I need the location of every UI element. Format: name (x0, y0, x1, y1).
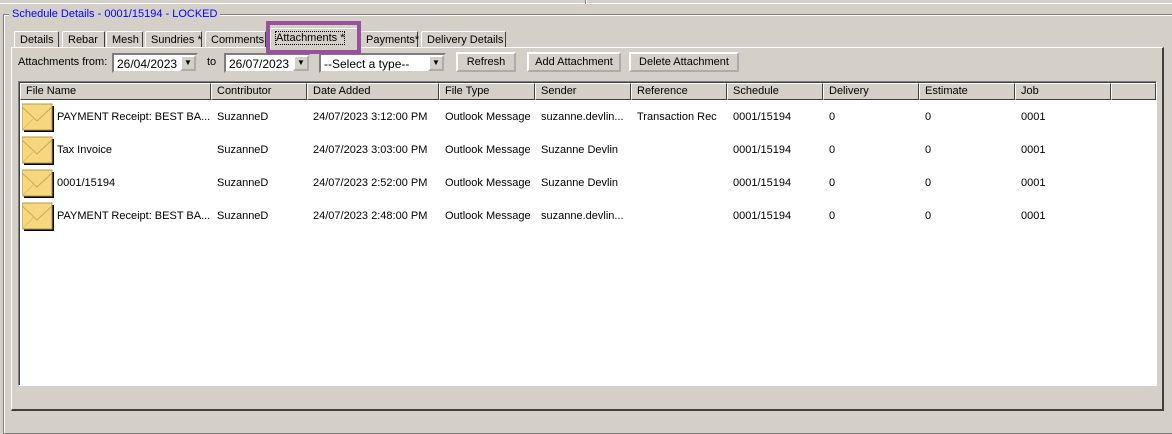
cell-contributor: SuzanneD (217, 177, 269, 189)
column-header[interactable]: Estimate (919, 83, 1015, 100)
highlight-box (266, 21, 361, 54)
cell-delivery: 0 (829, 177, 836, 189)
delete-attachment-button[interactable]: Delete Attachment (629, 52, 739, 72)
chevron-down-icon[interactable]: ▼ (293, 55, 309, 71)
to-date-value: 26/07/2023 (229, 57, 290, 71)
column-header[interactable]: Sender (535, 83, 631, 100)
cell-file-type: Outlook Message (445, 177, 531, 189)
chevron-down-icon[interactable]: ▼ (180, 55, 196, 71)
tab-rebar[interactable]: Rebar (62, 31, 105, 48)
type-select-value: --Select a type-- (324, 57, 410, 71)
table-row[interactable]: PAYMENT Receipt: BEST BA... SuzanneD 24/07… (20, 200, 1156, 233)
tab-label: Comments (211, 34, 265, 46)
cell-sender: suzanne.devlin... (541, 210, 624, 222)
tab-comments[interactable]: Comments (205, 31, 266, 48)
cell-schedule: 0001/15194 (733, 144, 792, 156)
group-title: Schedule Details - 0001/15194 - LOCKED (9, 8, 221, 20)
type-select[interactable]: --Select a type-- ▼ (319, 53, 446, 73)
column-header[interactable]: File Name (20, 83, 211, 100)
tab-sundries[interactable]: Sundries * (145, 31, 202, 48)
tab-delivery-details[interactable]: Delivery Details (421, 31, 506, 48)
tab-label: Mesh (112, 34, 139, 46)
cell-job: 0001 (1021, 210, 1046, 222)
cell-date-added: 24/07/2023 2:52:00 PM (313, 177, 428, 189)
cell-delivery: 0 (829, 144, 836, 156)
tab-label: Delivery Details (427, 34, 504, 46)
add-attachment-button[interactable]: Add Attachment (527, 52, 621, 72)
cell-schedule: 0001/15194 (733, 177, 792, 189)
cell-job: 0001 (1021, 177, 1046, 189)
cell-contributor: SuzanneD (217, 111, 269, 123)
cell-file-type: Outlook Message (445, 210, 531, 222)
column-header[interactable]: File Type (439, 83, 535, 100)
tab-label: Payments* (366, 34, 420, 46)
column-header[interactable]: Date Added (307, 83, 439, 100)
cell-estimate: 0 (925, 111, 932, 123)
tab-payments[interactable]: Payments* (360, 31, 420, 48)
envelope-icon (22, 202, 54, 231)
table-row[interactable]: PAYMENT Receipt: BEST BA... SuzanneD 24/07… (20, 101, 1156, 134)
cell-job: 0001 (1021, 111, 1046, 123)
column-header[interactable]: Job (1015, 83, 1111, 100)
attachments-table[interactable]: File Name Contributor Date Added File Type S… (18, 81, 1157, 386)
tab-mesh[interactable]: Mesh (106, 31, 143, 48)
to-label: to (207, 56, 217, 68)
cell-file-name: PAYMENT Receipt: BEST BA... (57, 210, 210, 222)
cell-estimate: 0 (925, 144, 932, 156)
from-date-value: 26/04/2023 (117, 57, 178, 71)
cell-job: 0001 (1021, 144, 1046, 156)
tab-label: Details (20, 34, 54, 46)
cell-file-name: 0001/15194 (57, 177, 116, 189)
cell-date-added: 24/07/2023 3:12:00 PM (313, 111, 428, 123)
refresh-button[interactable]: Refresh (456, 52, 516, 72)
cell-sender: Suzanne Devlin (541, 177, 619, 189)
to-date-picker[interactable]: 26/07/2023 ▼ (224, 53, 311, 73)
cell-contributor: SuzanneD (217, 210, 269, 222)
cell-contributor: SuzanneD (217, 144, 269, 156)
cell-reference: Transaction Rec (637, 111, 717, 123)
cell-estimate: 0 (925, 210, 932, 222)
cell-file-name: PAYMENT Receipt: BEST BA... (57, 111, 210, 123)
envelope-icon (22, 103, 54, 132)
cell-delivery: 0 (829, 111, 836, 123)
cell-estimate: 0 (925, 177, 932, 189)
tab-label: Rebar (68, 34, 98, 46)
column-header[interactable]: Reference (631, 83, 727, 100)
cell-file-type: Outlook Message (445, 144, 531, 156)
column-header[interactable] (1111, 83, 1156, 100)
from-date-picker[interactable]: 26/04/2023 ▼ (112, 53, 198, 73)
attachments-from-label: Attachments from: (18, 56, 108, 68)
chevron-down-icon[interactable]: ▼ (428, 55, 444, 71)
column-header[interactable]: Contributor (211, 83, 307, 100)
tab-details[interactable]: Details (14, 31, 59, 48)
table-row[interactable]: Tax Invoice SuzanneD 24/07/2023 3:03:00 PM… (20, 134, 1156, 167)
top-separator (585, 0, 587, 4)
table-row[interactable]: 0001/15194 SuzanneD 24/07/2023 2:52:00 PM O… (20, 167, 1156, 200)
cell-schedule: 0001/15194 (733, 210, 792, 222)
cell-delivery: 0 (829, 210, 836, 222)
cell-sender: Suzanne Devlin (541, 144, 619, 156)
cell-file-name: Tax Invoice (57, 144, 113, 156)
envelope-icon (22, 169, 54, 198)
cell-date-added: 24/07/2023 3:03:00 PM (313, 144, 428, 156)
cell-sender: suzanne.devlin... (541, 111, 624, 123)
cell-schedule: 0001/15194 (733, 111, 792, 123)
tab-label: Sundries * (151, 34, 202, 46)
cell-file-type: Outlook Message (445, 111, 531, 123)
envelope-icon (22, 136, 54, 165)
cell-date-added: 24/07/2023 2:48:00 PM (313, 210, 428, 222)
column-header[interactable]: Delivery (823, 83, 919, 100)
column-header[interactable]: Schedule (727, 83, 823, 100)
